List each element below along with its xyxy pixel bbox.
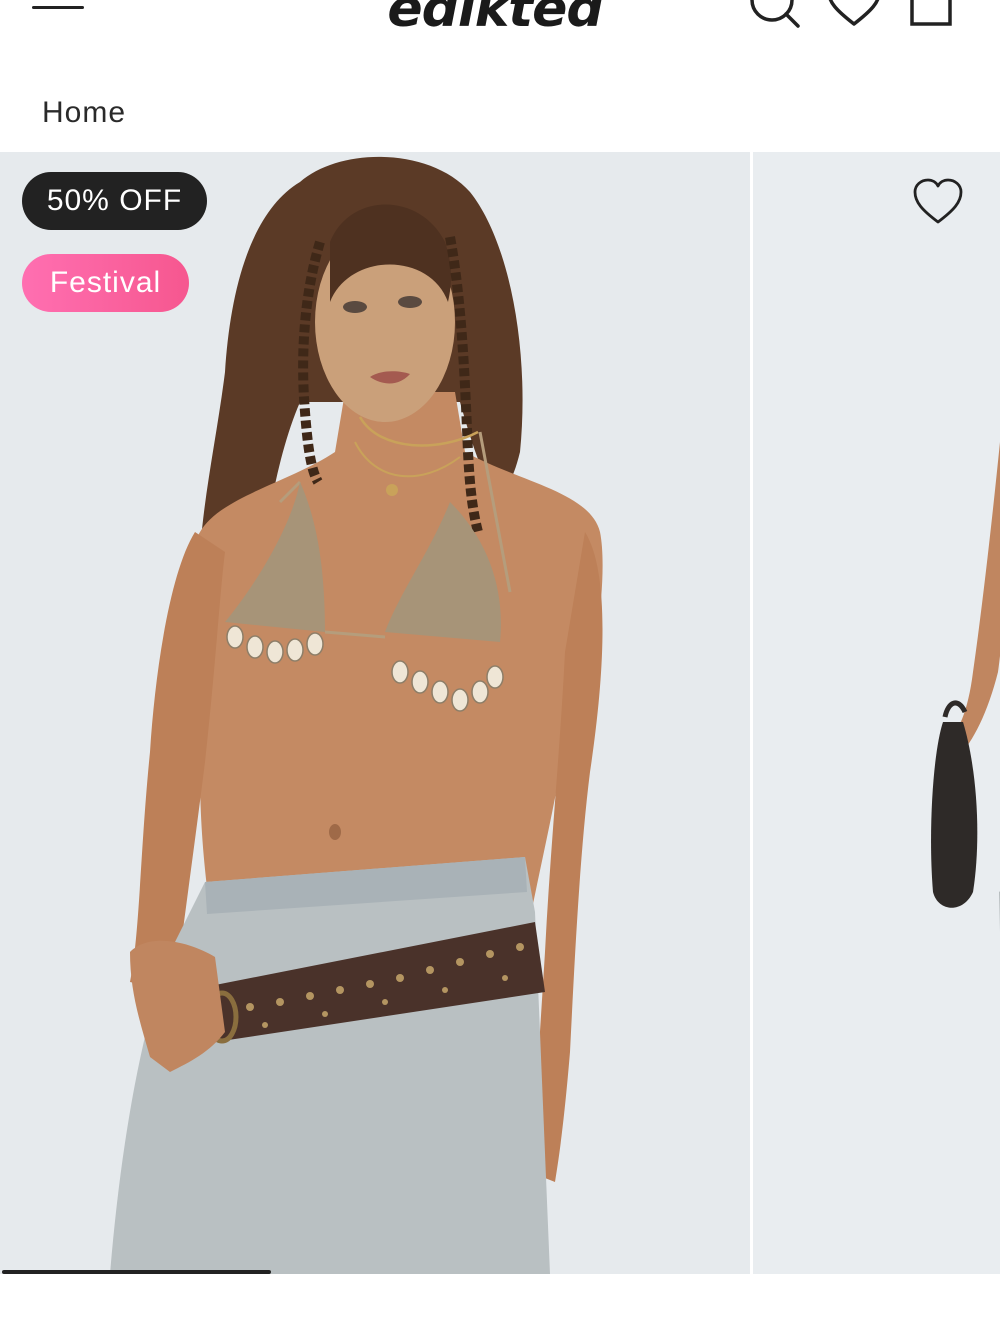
- hamburger-menu-icon[interactable]: [32, 0, 84, 20]
- category-tag-badge: Festival: [22, 254, 189, 312]
- bag-icon[interactable]: [906, 0, 956, 30]
- product-image-2[interactable]: [753, 152, 1000, 1274]
- product-image-carousel[interactable]: 50% OFF Festival: [0, 152, 1000, 1274]
- breadcrumb-home-link[interactable]: Home: [42, 96, 126, 129]
- heart-outline-icon[interactable]: [912, 178, 964, 226]
- carousel-scroll-thumb[interactable]: [2, 1270, 271, 1274]
- search-icon[interactable]: [748, 0, 804, 30]
- product-photo-next: [753, 152, 1000, 1274]
- brand-logo[interactable]: edikted: [360, 0, 630, 40]
- heart-icon[interactable]: [826, 0, 882, 30]
- breadcrumb: Home: [42, 96, 126, 130]
- site-header: edikted: [0, 0, 1000, 60]
- product-image-1[interactable]: 50% OFF Festival: [0, 152, 750, 1274]
- product-photo: [0, 152, 750, 1274]
- discount-badge: 50% OFF: [22, 172, 207, 230]
